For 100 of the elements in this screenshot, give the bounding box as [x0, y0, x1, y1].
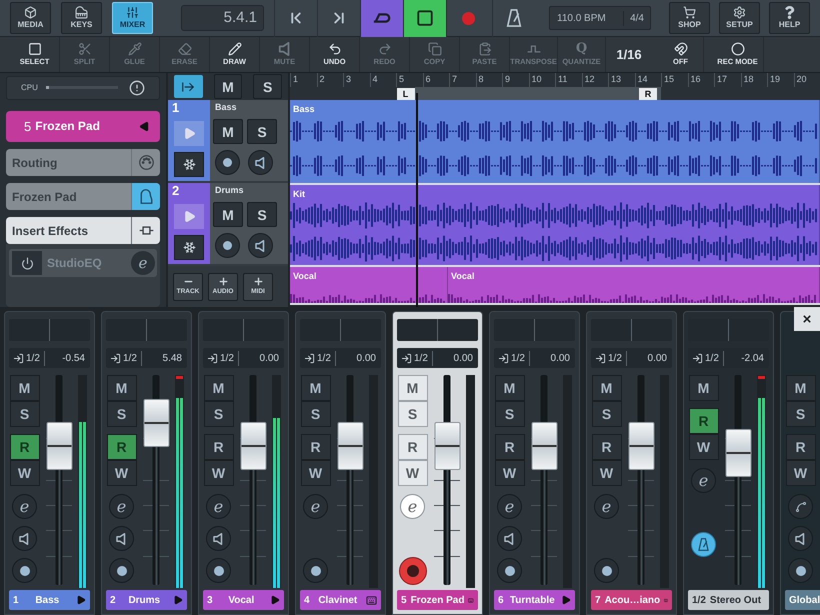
- setup-button[interactable]: SETUP: [719, 2, 760, 34]
- shop-button[interactable]: SHOP: [669, 2, 710, 34]
- m-toggle[interactable]: M: [398, 375, 428, 401]
- write-toggle[interactable]: W: [688, 434, 718, 460]
- solo-toggle[interactable]: S: [247, 119, 277, 144]
- cycle-button[interactable]: [360, 0, 403, 36]
- stop-button[interactable]: [403, 0, 446, 36]
- record-arm-button[interactable]: [594, 558, 619, 583]
- edit-button[interactable]: e: [12, 494, 37, 519]
- write-toggle[interactable]: W: [204, 460, 234, 486]
- write-toggle[interactable]: W: [10, 460, 40, 486]
- read-toggle[interactable]: R: [10, 434, 40, 460]
- edit-button[interactable]: e: [594, 494, 619, 519]
- edit-button[interactable]: e: [400, 494, 425, 519]
- m-toggle[interactable]: M: [494, 375, 524, 401]
- monitor-button[interactable]: [788, 526, 813, 551]
- m-toggle[interactable]: M: [592, 375, 622, 401]
- edit-button[interactable]: e: [206, 494, 231, 519]
- fader-thumb[interactable]: [531, 422, 557, 470]
- record-arm-button[interactable]: [215, 150, 240, 175]
- record-arm-button[interactable]: [398, 556, 426, 584]
- channel-name: Global: [789, 594, 820, 608]
- read-toggle[interactable]: R: [688, 408, 718, 434]
- solo-toggle[interactable]: S: [786, 401, 816, 427]
- solo-toggle[interactable]: S: [106, 401, 136, 427]
- close-button[interactable]: ×: [794, 307, 820, 331]
- solo-toggle[interactable]: S: [300, 401, 330, 427]
- read-toggle[interactable]: R: [300, 434, 330, 460]
- record-arm-button[interactable]: [215, 233, 240, 258]
- write-toggle[interactable]: W: [106, 460, 136, 486]
- m-toggle[interactable]: M: [786, 375, 816, 401]
- view-button[interactable]: MIXER: [112, 2, 153, 34]
- record-arm-button[interactable]: [788, 558, 813, 583]
- read-toggle[interactable]: R: [494, 434, 524, 460]
- write-toggle[interactable]: W: [398, 460, 428, 486]
- edit-button[interactable]: e: [691, 468, 716, 493]
- solo-toggle[interactable]: S: [592, 401, 622, 427]
- m-toggle[interactable]: M: [213, 202, 243, 227]
- monitor-button[interactable]: [248, 233, 273, 258]
- help-button[interactable]: HELP: [769, 2, 810, 34]
- play-button[interactable]: [174, 204, 204, 229]
- m-toggle[interactable]: M: [106, 375, 136, 401]
- m-toggle[interactable]: M: [213, 119, 243, 144]
- track-name: Drums: [214, 184, 245, 197]
- read-toggle[interactable]: R: [204, 434, 234, 460]
- m-toggle[interactable]: M: [300, 375, 330, 401]
- view-button[interactable]: MEDIA: [10, 2, 51, 34]
- automation-button[interactable]: [788, 494, 813, 519]
- edit-button[interactable]: e: [131, 251, 155, 275]
- monitor-button[interactable]: [12, 526, 37, 551]
- record-arm-button[interactable]: [303, 558, 328, 583]
- read-toggle[interactable]: R: [106, 434, 136, 460]
- plus-icon: [252, 276, 264, 288]
- fader-thumb[interactable]: [628, 422, 654, 470]
- record-arm-button[interactable]: [109, 558, 134, 583]
- output-icon: [13, 352, 24, 364]
- edit-button[interactable]: e: [303, 494, 328, 519]
- freeze-button[interactable]: [174, 152, 204, 177]
- fader-thumb[interactable]: [725, 428, 751, 477]
- fader-thumb[interactable]: [337, 422, 363, 470]
- solo-toggle[interactable]: S: [398, 401, 428, 427]
- alert-icon: [129, 80, 145, 96]
- write-toggle[interactable]: W: [494, 460, 524, 486]
- monitor-button[interactable]: [109, 526, 134, 551]
- record-arm-button[interactable]: [12, 558, 37, 583]
- fader-thumb[interactable]: [143, 399, 169, 448]
- fader-thumb[interactable]: [434, 422, 460, 470]
- freeze-button[interactable]: [174, 235, 204, 260]
- solo-toggle[interactable]: S: [10, 401, 40, 427]
- record-arm-button[interactable]: [206, 558, 231, 583]
- solo-toggle[interactable]: S: [494, 401, 524, 427]
- write-toggle[interactable]: W: [300, 460, 330, 486]
- read-toggle[interactable]: R: [786, 434, 816, 460]
- fader-thumb[interactable]: [240, 422, 266, 470]
- solo-toggle[interactable]: S: [247, 202, 277, 227]
- read-toggle[interactable]: R: [592, 434, 622, 460]
- solo-toggle[interactable]: S: [204, 401, 234, 427]
- power-button[interactable]: [12, 251, 42, 275]
- m-toggle[interactable]: M: [204, 375, 234, 401]
- view-button[interactable]: KEYS: [61, 2, 102, 34]
- monitor-button[interactable]: [248, 150, 273, 175]
- read-toggle[interactable]: R: [398, 434, 428, 460]
- inspector-section[interactable]: Insert Effects: [6, 217, 160, 244]
- metronome-button[interactable]: [691, 532, 716, 557]
- monitor-button[interactable]: [497, 526, 522, 551]
- follow-button[interactable]: [174, 75, 203, 98]
- m-all-toggle[interactable]: M: [214, 74, 242, 99]
- quantize-value-button[interactable]: 1/16: [606, 37, 652, 72]
- m-toggle[interactable]: M: [688, 375, 718, 401]
- write-toggle[interactable]: W: [592, 460, 622, 486]
- channel-name: Stereo Out: [710, 594, 762, 608]
- edit-button[interactable]: e: [497, 494, 522, 519]
- power-icon: [20, 256, 34, 270]
- monitor-button[interactable]: [206, 526, 231, 551]
- m-toggle[interactable]: M: [10, 375, 40, 401]
- edit-button[interactable]: e: [109, 494, 134, 519]
- write-toggle[interactable]: W: [786, 460, 816, 486]
- fader-thumb[interactable]: [46, 422, 72, 470]
- solo-all-toggle[interactable]: S: [253, 74, 282, 99]
- record-arm-button[interactable]: [497, 558, 522, 583]
